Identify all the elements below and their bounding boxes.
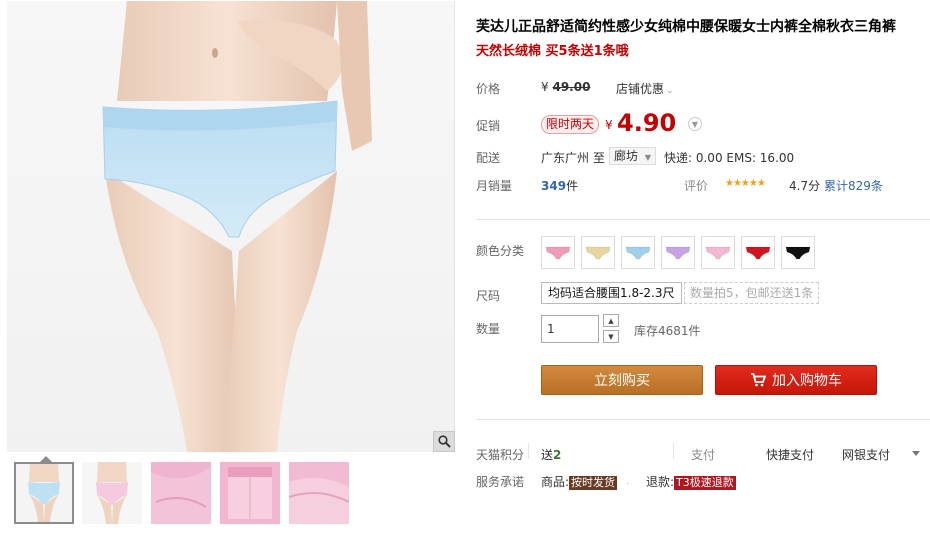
- quantity-label: 数量: [476, 322, 501, 336]
- monthly-sales-label: 月销量: [476, 179, 513, 193]
- monthly-sales-count: 349: [541, 179, 567, 193]
- destination-select[interactable]: 廊坊 ▼: [609, 147, 656, 165]
- promo-expand-button[interactable]: ▼: [688, 117, 702, 131]
- store-discount-dropdown[interactable]: 店铺优惠 ⌄: [616, 80, 674, 97]
- chevron-down-icon: ▼: [691, 119, 699, 129]
- monthly-sales-unit: 件: [566, 179, 579, 193]
- product-title: 芙达儿正品舒适简约性感少女纯棉中腰保暖女士内裤全棉秋衣三角裤: [476, 19, 896, 35]
- divider: [528, 443, 529, 459]
- add-to-cart-label: 加入购物车: [772, 373, 842, 389]
- thumbnail-image: [220, 462, 280, 524]
- price-label: 价格: [476, 82, 501, 96]
- separator-dot: ·: [626, 479, 630, 490]
- service-refund: 退款: T3极速退款: [646, 473, 736, 490]
- promo-tag: 限时两天: [541, 115, 600, 134]
- original-price: ¥ 49.00: [541, 80, 590, 94]
- dropdown-arrow-icon: ▼: [644, 153, 651, 162]
- shipping-fees: 快递: 0.00 EMS: 16.00: [664, 151, 795, 165]
- add-to-cart-button[interactable]: 加入购物车: [715, 365, 877, 395]
- rating-label: 评价: [684, 179, 709, 193]
- rating-stars: ★★★★★: [725, 178, 766, 189]
- destination-value: 廊坊: [614, 149, 639, 163]
- thumbnail-2[interactable]: [82, 462, 142, 524]
- color-swatch-pink[interactable]: [541, 236, 575, 269]
- main-product-image[interactable]: [7, 1, 455, 452]
- promo-label: 促销: [476, 119, 501, 133]
- thumbnail-4[interactable]: [220, 462, 280, 524]
- buy-now-label: 立刻购买: [594, 373, 650, 389]
- zoom-button[interactable]: [433, 431, 455, 452]
- size-label: 尺码: [476, 289, 501, 303]
- rating-score: 4.7分: [789, 179, 821, 193]
- divider: [476, 219, 930, 220]
- quantity-increase-button[interactable]: ▲: [603, 314, 619, 327]
- points-send: 送: [541, 448, 554, 462]
- thumbnail-5[interactable]: [289, 462, 349, 524]
- service-label: 服务承诺: [476, 475, 525, 489]
- color-swatch-red[interactable]: [741, 236, 775, 269]
- service-goods-label: 商品:: [541, 475, 570, 489]
- points-value: 送2: [541, 446, 561, 463]
- service-refund-label: 退款:: [646, 475, 675, 489]
- monthly-sales: 349件: [541, 177, 578, 194]
- model-photo: [102, 1, 372, 452]
- underwear-icon: [665, 246, 691, 259]
- stock-count: 库存4681件: [634, 324, 701, 338]
- promo-currency: ¥: [605, 118, 613, 132]
- review-count-link[interactable]: 累计829条: [824, 177, 883, 194]
- shipping-label: 配送: [476, 151, 501, 165]
- quantity-input[interactable]: [541, 315, 599, 343]
- size-hint: 数量拍5，包邮还送1条: [684, 282, 820, 304]
- points-label: 天猫积分: [476, 448, 525, 462]
- product-subtitle: 天然长绒棉 买5条送1条哦: [476, 44, 629, 59]
- magnifier-icon: [437, 435, 451, 448]
- underwear-icon: [745, 246, 771, 259]
- chevron-down-icon: ▼: [608, 332, 614, 341]
- size-option[interactable]: 均码适合腰围1.8-2.3尺: [541, 282, 682, 304]
- quantity-decrease-button[interactable]: ▼: [603, 330, 619, 343]
- color-swatch-beige[interactable]: [581, 236, 615, 269]
- divider: [476, 419, 930, 420]
- color-swatch-light-blue[interactable]: [621, 236, 655, 269]
- thumbnail-image: [289, 462, 349, 524]
- fast-refund-badge[interactable]: T3极速退款: [674, 476, 736, 490]
- underwear-icon: [585, 246, 611, 259]
- payment-expand-icon[interactable]: [912, 451, 920, 456]
- shipping-to: 至: [593, 151, 606, 165]
- underwear-icon: [545, 246, 571, 259]
- points-amount: 2: [553, 448, 562, 462]
- promo-price: 4.90: [617, 109, 677, 137]
- divider: [673, 443, 674, 459]
- thumbnail-3[interactable]: [151, 462, 211, 524]
- color-swatch-light-pink[interactable]: [701, 236, 735, 269]
- thumbnail-image: [151, 462, 211, 524]
- thumbnail-image: [16, 464, 72, 522]
- underwear-icon: [625, 246, 651, 259]
- buy-now-button[interactable]: 立刻购买: [541, 365, 703, 395]
- cart-icon: [750, 373, 766, 387]
- service-goods: 商品: 按时发货: [541, 473, 618, 490]
- payment-method-bank: 网银支付: [842, 448, 891, 462]
- currency-symbol: ¥: [541, 80, 549, 94]
- payment-label: 支付: [691, 448, 716, 462]
- chevron-down-icon: ⌄: [666, 86, 674, 96]
- underwear-icon: [705, 246, 731, 259]
- color-swatch-black[interactable]: [781, 236, 815, 269]
- thumbnail-image: [82, 462, 142, 524]
- thumbnail-1[interactable]: [14, 462, 74, 524]
- underwear-icon: [785, 246, 811, 259]
- original-price-value: 49.00: [552, 80, 591, 94]
- store-discount-label: 店铺优惠: [616, 82, 665, 96]
- chevron-up-icon: ▲: [608, 316, 614, 325]
- on-time-shipping-badge[interactable]: 按时发货: [569, 476, 618, 490]
- shipping-origin: 广东广州: [541, 151, 590, 165]
- color-swatch-lavender[interactable]: [661, 236, 695, 269]
- color-label: 颜色分类: [476, 244, 525, 258]
- payment-method-quick: 快捷支付: [766, 448, 815, 462]
